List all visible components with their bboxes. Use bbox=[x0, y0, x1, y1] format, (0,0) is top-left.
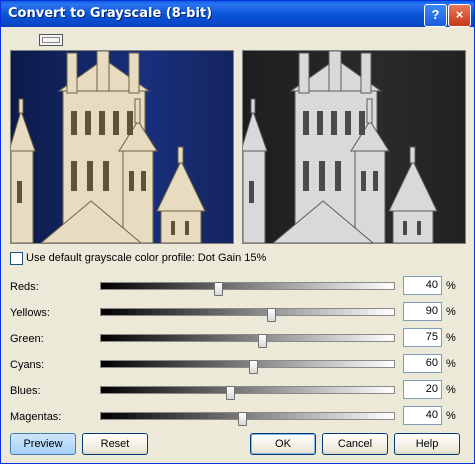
magentas-slider-track[interactable] bbox=[100, 412, 395, 426]
cyans-value-input[interactable]: 60 bbox=[403, 354, 442, 373]
slider-row-yellows: Yellows: 90 % bbox=[1, 302, 475, 326]
blues-value-input[interactable]: 20 bbox=[403, 380, 442, 399]
blues-slider-thumb[interactable] bbox=[225, 386, 235, 400]
reds-percent-sign: % bbox=[446, 280, 456, 292]
blues-label: Blues: bbox=[10, 385, 41, 397]
help-button[interactable]: Help bbox=[394, 433, 460, 455]
green-slider-track[interactable] bbox=[100, 334, 395, 348]
cyans-percent-sign: % bbox=[446, 358, 456, 370]
slider-row-cyans: Cyans: 60 % bbox=[1, 354, 475, 378]
default-profile-checkbox[interactable] bbox=[10, 252, 23, 265]
cyans-slider-track[interactable] bbox=[100, 360, 395, 374]
green-label: Green: bbox=[10, 333, 44, 345]
dialog-title: Convert to Grayscale (8-bit) bbox=[8, 6, 213, 21]
green-value-input[interactable]: 75 bbox=[403, 328, 442, 347]
green-slider-thumb[interactable] bbox=[258, 334, 268, 348]
grayscale-preview bbox=[242, 50, 466, 244]
magentas-value-input[interactable]: 40 bbox=[403, 406, 442, 425]
slider-row-blues: Blues: 20 % bbox=[1, 380, 475, 404]
reds-value-input[interactable]: 40 bbox=[403, 276, 442, 295]
slider-row-green: Green: 75 % bbox=[1, 328, 475, 352]
cancel-button[interactable]: Cancel bbox=[322, 433, 388, 455]
magentas-percent-sign: % bbox=[446, 410, 456, 422]
yellows-slider-thumb[interactable] bbox=[266, 308, 276, 322]
reds-slider-track[interactable] bbox=[100, 282, 395, 296]
close-button[interactable]: × bbox=[448, 4, 471, 27]
original-preview bbox=[10, 50, 234, 244]
slider-row-magentas: Magentas: 40 % bbox=[1, 406, 475, 430]
yellows-percent-sign: % bbox=[446, 306, 456, 318]
preview-size-icon[interactable] bbox=[39, 34, 63, 46]
blues-percent-sign: % bbox=[446, 384, 456, 396]
cyans-slider-thumb[interactable] bbox=[249, 360, 259, 374]
yellows-label: Yellows: bbox=[10, 307, 50, 319]
yellows-slider-track[interactable] bbox=[100, 308, 395, 322]
reset-button[interactable]: Reset bbox=[82, 433, 148, 455]
reds-label: Reds: bbox=[10, 281, 39, 293]
slider-row-reds: Reds: 40 % bbox=[1, 276, 475, 300]
church-grayscale-image bbox=[243, 51, 438, 243]
magentas-label: Magentas: bbox=[10, 411, 62, 423]
church-color-image bbox=[11, 51, 206, 243]
help-title-button[interactable]: ? bbox=[424, 4, 447, 27]
green-percent-sign: % bbox=[446, 332, 456, 344]
reds-slider-thumb[interactable] bbox=[214, 282, 224, 296]
dialog-window: Convert to Grayscale (8-bit) ? × Use def… bbox=[0, 0, 475, 464]
blues-slider-track[interactable] bbox=[100, 386, 395, 400]
ok-button[interactable]: OK bbox=[250, 433, 316, 455]
title-bar[interactable]: Convert to Grayscale (8-bit) ? × bbox=[1, 1, 474, 27]
default-profile-label: Use default grayscale color profile: Dot… bbox=[26, 252, 267, 264]
magentas-slider-thumb[interactable] bbox=[237, 412, 247, 426]
preview-button[interactable]: Preview bbox=[10, 433, 76, 455]
yellows-value-input[interactable]: 90 bbox=[403, 302, 442, 321]
cyans-label: Cyans: bbox=[10, 359, 45, 371]
